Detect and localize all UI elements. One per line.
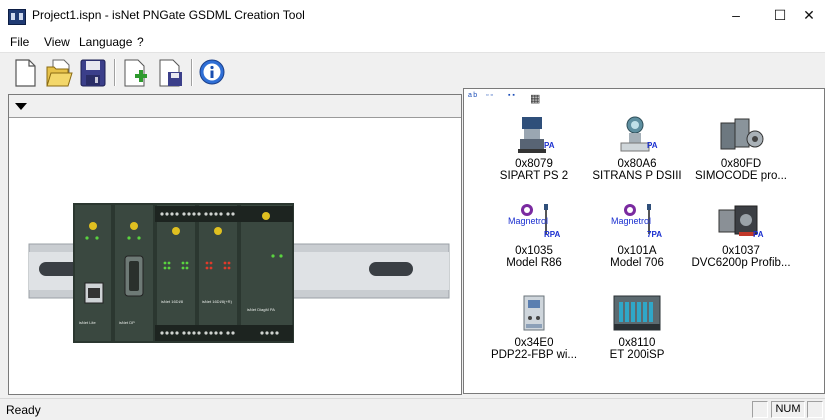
menu-language[interactable]: Language [79,35,132,49]
title-bar: Project1.ispn - isNet PNGate GSDML Creat… [0,0,825,31]
valve-positioner-icon: PA [510,115,558,155]
digital-valve-controller-icon: PA [717,202,765,242]
remote-io-icon [613,294,661,334]
status-text: Ready [6,403,41,417]
module-label-lite: isNet Lite [79,320,96,325]
export-document-icon[interactable] [155,57,185,88]
device-code: 0x1035 [515,245,553,257]
device-name: Model 706 [610,257,664,269]
device-name: SIPART PS 2 [499,170,569,182]
status-pane-empty [807,401,823,418]
device-item[interactable]: PA 0x1037 DVC6200p Profib... [686,202,796,269]
device-item[interactable]: 0x34E0 PDP22-FBP wi... [479,294,589,361]
device-code: 0x80FD [720,158,762,170]
device-name: DVC6200p Profib... [691,257,791,269]
hardware-illustration: isNet Lite isNet DP isNet 16DI/8 isNet 1… [28,203,450,343]
level-transmitter-icon: Magnetrol RPA [508,202,560,242]
module-label-diagm: isNet DiagM PA [247,307,275,312]
save-disk-icon[interactable] [78,57,108,88]
dropdown-arrow-icon[interactable] [15,103,27,110]
menu-view[interactable]: View [44,35,70,49]
device-item[interactable]: PA 0x80A6 SITRANS P DSIII [582,115,692,182]
drive-device-icon [510,294,558,334]
add-document-icon[interactable] [120,57,150,88]
device-code: 0x34E0 [514,337,554,349]
device-catalog-pane: a b ▫ ▫ ▪ ▪ ▦ PA 0x8079 SIPART PS 2 PA 0… [463,88,825,394]
info-icon[interactable] [197,57,227,88]
large-icons-icon[interactable]: a b [468,92,482,105]
device-item[interactable]: PA 0x8079 SIPART PS 2 [479,115,589,182]
brand-label: Magnetrol [611,216,652,226]
num-lock-indicator: NUM [771,401,805,418]
module-selector[interactable] [9,95,461,118]
module-label-16di: isNet 16DI/8 [161,299,184,304]
window-title: Project1.ispn - isNet PNGate GSDML Creat… [32,8,305,22]
device-code: 0x101A [617,245,657,257]
device-name: Model R86 [506,257,562,269]
level-transmitter-icon: Magnetrol 7PA [611,202,662,242]
brand-label: Magnetrol [508,216,549,226]
device-name: SITRANS P DSIII [592,170,682,182]
device-item[interactable]: 0x80FD SIMOCODE pro... [686,115,796,182]
device-item[interactable]: 0x8110 ET 200iSP [582,294,692,361]
hardware-view-pane: isNet Lite isNet DP isNet 16DI/8 isNet 1… [8,94,462,395]
open-folder-icon[interactable] [44,57,74,88]
device-code: 0x8110 [618,337,656,349]
device-name: ET 200iSP [609,349,665,361]
list-icon[interactable]: ▪ ▪ [508,92,522,105]
menu-file[interactable]: File [10,35,29,49]
device-name: SIMOCODE pro... [694,170,788,182]
device-code: 0x80A6 [617,158,657,170]
status-bar: Ready NUM [0,398,825,420]
device-item[interactable]: Magnetrol 7PA 0x101A Model 706 [582,202,692,269]
status-pane-empty [752,401,768,418]
app-icon [8,9,26,25]
module-label-dp: isNet DP [119,320,135,325]
close-button[interactable]: ✕ [793,0,825,31]
motor-starter-icon [717,115,765,155]
pressure-transmitter-icon: PA [613,115,661,155]
toolbar [0,52,825,92]
device-code: 0x1037 [722,245,760,257]
device-code: 0x8079 [515,158,553,170]
details-icon[interactable]: ▦ [530,93,544,105]
minimize-button[interactable]: – [714,0,758,31]
small-icons-icon[interactable]: ▫ ▫ [486,92,500,105]
view-mode-bar: a b ▫ ▫ ▪ ▪ ▦ [464,89,824,109]
new-file-icon[interactable] [10,57,40,88]
module-label-16di-r: isNet 16DI/8(+R) [202,299,233,304]
menu-help[interactable]: ? [137,35,144,49]
device-item[interactable]: Magnetrol RPA 0x1035 Model R86 [479,202,589,269]
menu-bar: File View Language ? [0,31,825,52]
device-name: PDP22-FBP wi... [490,349,578,361]
